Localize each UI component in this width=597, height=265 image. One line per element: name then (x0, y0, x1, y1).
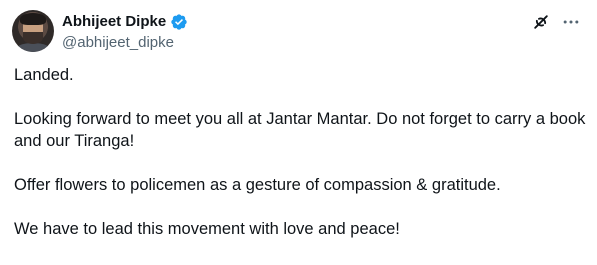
tweet-paragraph: Offer flowers to policemen as a gesture … (14, 176, 501, 194)
grok-icon[interactable] (531, 12, 551, 32)
avatar[interactable] (12, 10, 54, 52)
avatar-shirt (15, 43, 51, 52)
verified-badge-icon (170, 13, 188, 31)
tweet-paragraph: Landed. (14, 66, 74, 84)
tweet-top-actions (531, 12, 581, 32)
author-name-row: Abhijeet Dipke (62, 12, 188, 32)
avatar-beard (23, 32, 43, 44)
avatar-hair (20, 13, 46, 25)
author-display-name[interactable]: Abhijeet Dipke (62, 12, 166, 32)
more-horizontal-icon[interactable] (561, 12, 581, 32)
tweet-text: Landed. Looking forward to meet you all … (14, 64, 586, 262)
tweet-paragraph: Looking forward to meet you all at Janta… (14, 110, 586, 150)
author-handle[interactable]: @abhijeet_dipke (62, 33, 174, 53)
tweet-paragraph: We have to lead this movement with love … (14, 220, 400, 238)
